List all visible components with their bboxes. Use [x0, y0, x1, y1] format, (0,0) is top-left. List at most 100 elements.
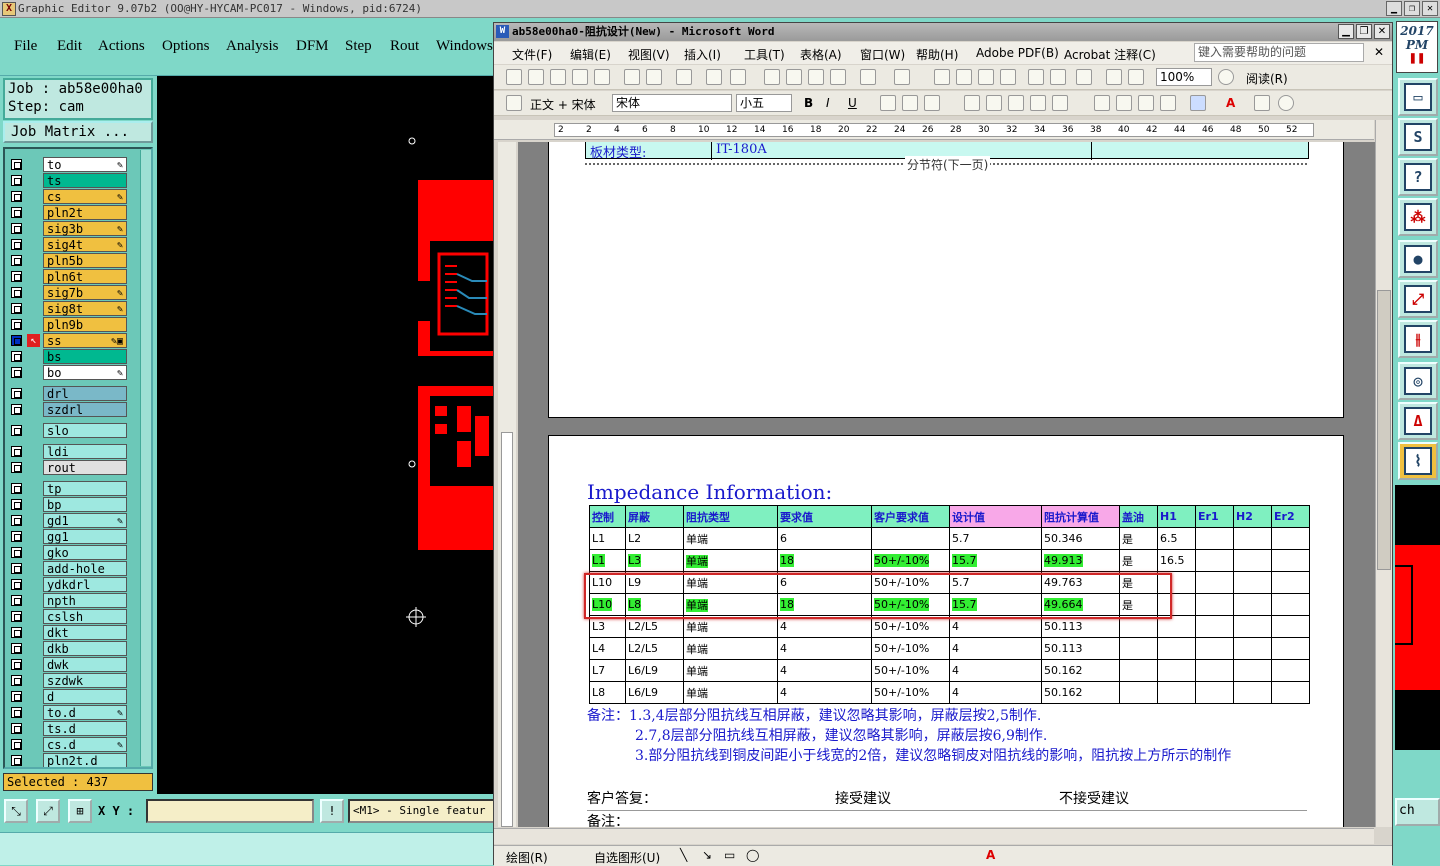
table-cell[interactable]: [1195, 659, 1234, 682]
doc-horizontal-scrollbar[interactable]: [494, 828, 1374, 844]
grid-icon[interactable]: ⊞: [68, 799, 92, 823]
table-cell[interactable]: [1195, 549, 1234, 572]
layer-checkbox[interactable]: [11, 659, 22, 670]
layer-checkbox[interactable]: [11, 191, 22, 202]
document-area[interactable]: 板材类型: IT-180A 分节符(下一页) Impedance Informa…: [518, 142, 1375, 827]
rectangle-icon[interactable]: ▭: [724, 848, 735, 862]
layer-row[interactable]: bo ✎: [9, 365, 127, 380]
layer-list-scrollbar[interactable]: [140, 150, 151, 766]
table-cell[interactable]: [1119, 681, 1158, 704]
research-icon[interactable]: [706, 69, 722, 85]
columns-icon[interactable]: [1028, 69, 1044, 85]
oval-icon[interactable]: ◯: [746, 848, 759, 862]
layer-row[interactable]: to.d ✎: [9, 705, 127, 720]
new-doc-icon[interactable]: [506, 69, 522, 85]
show-marks-icon[interactable]: [1128, 69, 1144, 85]
table-cell[interactable]: L1: [589, 549, 626, 572]
layer-row[interactable]: pln2t: [9, 205, 127, 220]
horizontal-ruler[interactable]: 2 2 4 6 8 10 12 14 16 18 20 22 24 26 28 30 32 34 36 38 40 42 4…: [494, 120, 1374, 140]
layer-name[interactable]: bs: [43, 349, 127, 364]
layer-checkbox[interactable]: [11, 255, 22, 266]
layer-row[interactable]: cslsh: [9, 609, 127, 624]
table-cell[interactable]: 单端: [683, 527, 778, 550]
char-border-icon[interactable]: [880, 95, 896, 111]
layer-row[interactable]: pln2t.d: [9, 753, 127, 767]
show-hide-icon[interactable]: [1106, 69, 1122, 85]
menu-actions[interactable]: Actions: [98, 38, 145, 55]
layer-checkbox[interactable]: [11, 175, 22, 186]
table-cell[interactable]: [1119, 637, 1158, 660]
draw-menu[interactable]: 绘图(R): [506, 849, 548, 866]
layer-row[interactable]: gko: [9, 545, 127, 560]
table-cell[interactable]: 5.7: [949, 527, 1042, 550]
table-cell[interactable]: 单端: [683, 637, 778, 660]
restore-button[interactable]: ❐: [1404, 1, 1420, 16]
table-cell[interactable]: [1271, 637, 1310, 660]
highlight-icon[interactable]: [1190, 95, 1206, 111]
table-cell[interactable]: [1195, 615, 1234, 638]
snap-icon[interactable]: ⤡: [4, 799, 28, 823]
table-cell[interactable]: 15.7: [949, 549, 1042, 572]
layer-row[interactable]: bs: [9, 349, 127, 364]
layer-checkbox[interactable]: [11, 675, 22, 686]
table-cell[interactable]: [1233, 615, 1272, 638]
table-cell[interactable]: [1271, 659, 1310, 682]
layer-name[interactable]: gko: [43, 545, 127, 560]
table-cell[interactable]: L1: [589, 527, 626, 550]
layer-row[interactable]: sig3b ✎: [9, 221, 127, 236]
table-cell[interactable]: [1157, 637, 1196, 660]
table-cell[interactable]: L8: [589, 681, 626, 704]
menu-dfm[interactable]: DFM: [296, 38, 329, 55]
table-cell[interactable]: 4: [949, 659, 1042, 682]
layer-name[interactable]: ydkdrl: [43, 577, 127, 592]
underline-button[interactable]: U: [848, 96, 857, 110]
layer-checkbox[interactable]: [11, 739, 22, 750]
word-menu-item[interactable]: 视图(V): [628, 46, 670, 63]
measure-tool-button[interactable]: Δ: [1398, 402, 1438, 440]
char-scale-icon[interactable]: [924, 95, 940, 111]
draw-font-color-icon[interactable]: A: [986, 848, 995, 862]
table-cell[interactable]: 50.113: [1041, 637, 1120, 660]
layer-checkbox[interactable]: [11, 691, 22, 702]
table-cell[interactable]: [1195, 593, 1234, 616]
layer-name[interactable]: drl: [43, 386, 127, 401]
layer-row[interactable]: drl: [9, 386, 127, 401]
layer-name[interactable]: sig7b ✎: [43, 285, 127, 300]
layer-name[interactable]: szdrl: [43, 402, 127, 417]
connect-tool-button[interactable]: ⤢: [1398, 280, 1438, 318]
table-cell[interactable]: L2/L5: [625, 637, 684, 660]
tables-borders-icon[interactable]: [956, 69, 972, 85]
table-cell[interactable]: 50+/-10%: [871, 637, 950, 660]
table-cell[interactable]: 50+/-10%: [871, 659, 950, 682]
translate-icon[interactable]: [730, 69, 746, 85]
layer-row[interactable]: szdrl: [9, 402, 127, 417]
layer-checkbox[interactable]: [11, 287, 22, 298]
layer-row[interactable]: sig4t ✎: [9, 237, 127, 252]
word-menu-item[interactable]: 表格(A): [800, 46, 842, 63]
layer-name[interactable]: rout: [43, 460, 127, 475]
layer-name[interactable]: ts: [43, 173, 127, 188]
layer-row[interactable]: ts: [9, 173, 127, 188]
table-cell[interactable]: 50.162: [1041, 659, 1120, 682]
layer-checkbox[interactable]: [11, 611, 22, 622]
table-cell[interactable]: [1157, 681, 1196, 704]
minimize-button[interactable]: ▁: [1386, 1, 1402, 16]
table-cell[interactable]: [871, 527, 950, 550]
table-cell[interactable]: 18: [777, 549, 872, 572]
font-size-select[interactable]: 小五: [736, 94, 792, 112]
layer-checkbox[interactable]: [11, 367, 22, 378]
layer-checkbox[interactable]: [11, 643, 22, 654]
layer-checkbox[interactable]: [11, 515, 22, 526]
layer-name[interactable]: slo: [43, 423, 127, 438]
layer-checkbox[interactable]: [11, 351, 22, 362]
table-cell[interactable]: [1233, 571, 1272, 594]
layer-checkbox[interactable]: [11, 627, 22, 638]
layer-row[interactable]: szdwk: [9, 673, 127, 688]
table-cell[interactable]: 是: [1119, 549, 1158, 572]
layer-name[interactable]: dkb: [43, 641, 127, 656]
layer-checkbox[interactable]: [11, 707, 22, 718]
justify-icon[interactable]: [1030, 95, 1046, 111]
word-menu-item[interactable]: 插入(I): [684, 46, 721, 63]
layer-name[interactable]: ss ✎▣: [43, 333, 127, 348]
layer-name[interactable]: to.d ✎: [43, 705, 127, 720]
